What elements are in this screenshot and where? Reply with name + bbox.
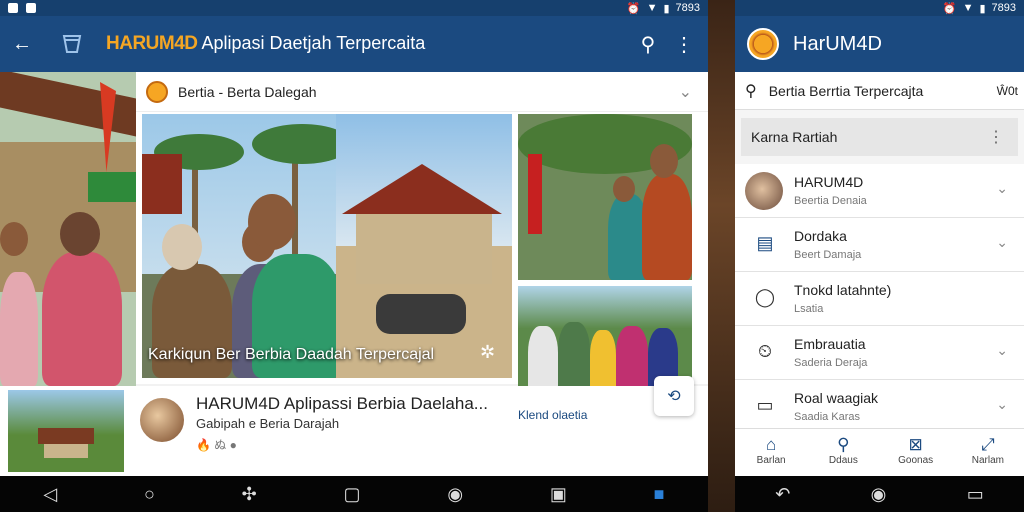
tab-inbox[interactable]: ⊠ Goonas: [880, 429, 952, 476]
list-item[interactable]: ▭ Roal waagiak Saadia Karas ⌄: [735, 380, 1024, 434]
status-bar-right: ⏰ ▼ ▮ 7893: [735, 0, 1024, 16]
avatar-icon: [745, 172, 783, 210]
battery-icon: ▮: [663, 2, 670, 15]
article-title: HARUM4D Aplipassi Berbia Daelaha...: [196, 394, 488, 413]
clock: 7893: [991, 2, 1016, 14]
side-caption: Klend olaetia: [518, 408, 588, 422]
brand-logo: HARUM4D: [106, 33, 198, 54]
chevron-down-icon[interactable]: ⌄: [679, 82, 692, 102]
nav-home-icon[interactable]: ◉: [871, 484, 887, 505]
tab-search[interactable]: ⚲ Ddaus: [807, 429, 879, 476]
home-icon: ⌂: [765, 435, 777, 454]
menu-list: HARUM4D Beertia Denaia ⌄ ▤ Dordaka Beert…: [735, 164, 1024, 434]
search-icon[interactable]: ⚲: [630, 26, 666, 62]
nav-overview-icon[interactable]: ▣: [550, 484, 567, 505]
nav-recents-icon[interactable]: ▢: [344, 484, 361, 505]
search-icon: ⚲: [745, 82, 757, 100]
background-separator: [708, 0, 735, 512]
status-bar: ⏰ ▼ ▮ 7893: [0, 0, 708, 16]
hero-caption: Karkiqun Ber Berbia Daadah Terpercajal: [148, 346, 435, 363]
news-feed-card: Bertia - Berta Dalegah ⌄ Karkiqun Ber Be…: [136, 72, 708, 392]
chevron-down-icon[interactable]: ⌄: [996, 342, 1008, 359]
feed-header[interactable]: Bertia - Berta Dalegah ⌄: [136, 72, 708, 112]
more-vert-icon[interactable]: ⋮: [666, 26, 702, 62]
app-bar: ← HARUM4D Aplipasi Daetjah Terpercaita ⚲…: [0, 16, 708, 72]
notification-icon: [8, 3, 18, 13]
section-header[interactable]: Karna Rartiah ⋮: [741, 118, 1018, 156]
history-fab-button[interactable]: ⟲: [654, 376, 694, 416]
image-notification-icon: [26, 3, 36, 13]
article-card[interactable]: HARUM4D Aplipassi Berbia Daelaha... Gabi…: [0, 376, 708, 476]
side-image-top[interactable]: [518, 114, 692, 280]
nav-assistant-icon[interactable]: ◉: [447, 484, 463, 505]
chevron-down-icon[interactable]: ⌄: [996, 180, 1008, 197]
feed-header-title: Bertia - Berta Dalegah: [178, 83, 317, 100]
inbox-icon: ⊠: [908, 435, 923, 454]
alarm-icon: ⏲: [757, 341, 773, 361]
house-image[interactable]: [336, 114, 512, 378]
nav-back-icon[interactable]: ◁: [43, 484, 57, 505]
nav-recents-icon[interactable]: ▭: [967, 484, 984, 505]
chevron-down-icon[interactable]: ⌄: [996, 396, 1008, 413]
doc-icon: ▭: [756, 395, 774, 415]
search-input[interactable]: Bertia Berrtia Terpercajta: [769, 83, 924, 99]
list-item[interactable]: ▤ Dordaka Beert Damaja ⌄: [735, 218, 1024, 272]
nav-home-icon[interactable]: ○: [144, 484, 155, 505]
app-bar-right: HarUM4D: [735, 16, 1024, 72]
bookmark-icon[interactable]: [54, 26, 90, 62]
article-meta: 🔥 ぬ ●: [196, 438, 237, 452]
background-photo-left: [0, 72, 136, 386]
chevron-down-icon[interactable]: ⌄: [996, 234, 1008, 251]
share-icon[interactable]: ✲: [480, 342, 495, 363]
nav-back-icon[interactable]: ↶: [775, 484, 790, 505]
nav-app-shortcut-icon[interactable]: ■: [654, 484, 665, 505]
list-item[interactable]: HARUM4D Beertia Denaia ⌄: [735, 164, 1024, 218]
tab-expand[interactable]: ⤢ Narlam: [952, 429, 1024, 476]
app-title-right: HarUM4D: [793, 32, 882, 55]
right-screen: ⏰ ▼ ▮ 7893 HarUM4D ⚲ Bertia Berrtia Terp…: [735, 0, 1024, 512]
search-icon: ⚲: [837, 435, 850, 454]
back-arrow-icon[interactable]: ←: [4, 26, 40, 62]
bottom-tab-bar: ⌂ Barlan ⚲ Ddaus ⊠ Goonas ⤢ Narlam: [735, 428, 1024, 476]
article-avatar: [138, 396, 186, 444]
wifi-icon: ▼: [646, 2, 658, 14]
section-more-icon[interactable]: ⋮: [988, 127, 1004, 147]
list-item[interactable]: ◯ Tnokd latahnte) Lsatia: [735, 272, 1024, 326]
wifi-icon: ▼: [962, 2, 974, 14]
channel-avatar-icon: [146, 80, 168, 103]
alarm-icon: ⏰: [942, 2, 957, 15]
article-thumbnail: [8, 390, 124, 472]
chat-icon: ◯: [754, 287, 776, 307]
clock: 7893: [675, 2, 700, 14]
left-screen: ⏰ ▼ ▮ 7893 ← HARUM4D Aplipasi Daetjah Te…: [0, 0, 708, 512]
expand-icon: ⤢: [981, 435, 995, 454]
nav-apps-icon[interactable]: ✣: [242, 484, 257, 505]
article-subtitle: Gabipah e Beria Darajah: [196, 416, 340, 431]
news-icon: ▤: [756, 233, 774, 253]
system-nav-bar-right: ↶ ◉ ▭: [735, 476, 1024, 512]
alarm-icon: ⏰: [626, 2, 641, 15]
search-action[interactable]: Ŵ0t: [997, 84, 1018, 98]
tab-home[interactable]: ⌂ Barlan: [735, 429, 807, 476]
app-logo-icon: [747, 28, 779, 60]
search-bar[interactable]: ⚲ Bertia Berrtia Terpercajta Ŵ0t: [735, 72, 1024, 110]
app-title: Aplipasi Daetjah Terpercaita: [201, 33, 426, 53]
system-nav-bar: ◁ ○ ✣ ▢ ◉ ▣ ■: [0, 476, 708, 512]
battery-icon: ▮: [979, 2, 986, 15]
section-title: Karna Rartiah: [751, 129, 838, 145]
list-item[interactable]: ⏲ Embrauatia Saderia Deraja ⌄: [735, 326, 1024, 380]
